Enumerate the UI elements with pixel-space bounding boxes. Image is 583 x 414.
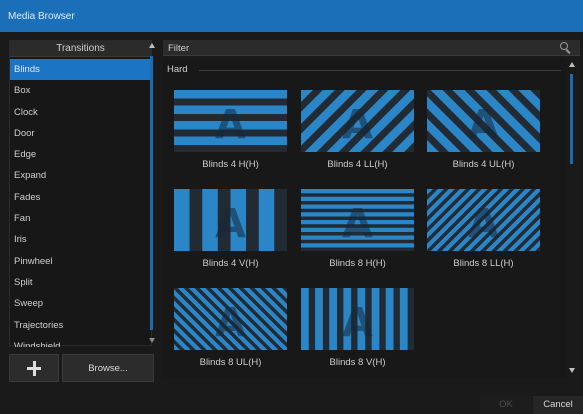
- media-tile-blinds-4-h[interactable]: A Blinds 4 H(H): [174, 90, 287, 175]
- media-tile-blinds-4-ul[interactable]: A Blinds 4 UL(H): [427, 90, 540, 175]
- window-title: Media Browser: [8, 11, 75, 22]
- thumbnail-image: A: [174, 90, 287, 152]
- category-item-blinds[interactable]: Blinds: [10, 59, 151, 81]
- svg-text:A: A: [468, 201, 499, 247]
- browse-button[interactable]: Browse...: [62, 354, 154, 382]
- tile-label: Blinds 4 H(H): [202, 159, 259, 170]
- add-button[interactable]: [9, 354, 59, 382]
- category-scrollbar[interactable]: [148, 40, 156, 346]
- tile-label: Blinds 4 UL(H): [452, 159, 515, 170]
- media-grid: Hard A Blinds 4 H(H) A Blinds 4 LL(H) A …: [163, 58, 567, 378]
- media-scrollbar[interactable]: [567, 58, 577, 378]
- media-tile-blinds-8-v[interactable]: A Blinds 8 V(H): [301, 288, 414, 373]
- category-item-windshield[interactable]: Windshield: [10, 336, 151, 347]
- media-tile-blinds-4-v[interactable]: A Blinds 4 V(H): [174, 189, 287, 274]
- ok-button[interactable]: OK: [480, 396, 532, 414]
- svg-text:A: A: [342, 201, 373, 247]
- category-item-iris[interactable]: Iris: [10, 229, 151, 250]
- category-item-box[interactable]: Box: [10, 80, 151, 101]
- scroll-down-arrow-icon[interactable]: [569, 368, 575, 373]
- category-panel: Transitions Blinds Box Clock Door Edge E…: [9, 40, 152, 347]
- thumbnail-image: A: [301, 288, 414, 350]
- category-item-split[interactable]: Split: [10, 272, 151, 293]
- category-list[interactable]: Blinds Box Clock Door Edge Expand Fades …: [10, 59, 151, 347]
- category-item-fan[interactable]: Fan: [10, 208, 151, 229]
- category-item-trajectories[interactable]: Trajectories: [10, 315, 151, 336]
- thumbnail-image: A: [301, 90, 414, 152]
- thumbnail-image: A: [174, 189, 287, 251]
- svg-text:A: A: [215, 102, 246, 148]
- media-tile-blinds-8-ll[interactable]: A Blinds 8 LL(H): [427, 189, 540, 274]
- category-header: Transitions: [10, 41, 151, 57]
- tile-label: Blinds 8 H(H): [329, 258, 386, 269]
- svg-text:A: A: [342, 300, 373, 346]
- filter-bar[interactable]: Filter: [163, 40, 580, 56]
- title-bar: Media Browser: [0, 0, 583, 32]
- media-tile-blinds-8-ul[interactable]: A Blinds 8 UL(H): [174, 288, 287, 373]
- category-item-sweep[interactable]: Sweep: [10, 293, 151, 314]
- category-item-pinwheel[interactable]: Pinwheel: [10, 251, 151, 272]
- scroll-up-arrow-icon[interactable]: [569, 62, 575, 67]
- category-item-clock[interactable]: Clock: [10, 102, 151, 123]
- search-icon[interactable]: [560, 42, 572, 54]
- group-label: Hard: [167, 64, 188, 75]
- scroll-down-arrow-icon[interactable]: [149, 338, 155, 343]
- thumbnail-image: A: [301, 189, 414, 251]
- category-item-expand[interactable]: Expand: [10, 165, 151, 186]
- scroll-thumb[interactable]: [570, 74, 573, 164]
- category-item-edge[interactable]: Edge: [10, 144, 151, 165]
- svg-text:A: A: [215, 300, 246, 346]
- thumbnail-image: A: [427, 189, 540, 251]
- tile-label: Blinds 4 LL(H): [327, 159, 388, 170]
- thumbnail-image: A: [174, 288, 287, 350]
- scroll-up-arrow-icon[interactable]: [149, 43, 155, 48]
- category-item-fades[interactable]: Fades: [10, 187, 151, 208]
- thumbnail-image: A: [427, 90, 540, 152]
- media-tile-blinds-8-h[interactable]: A Blinds 8 H(H): [301, 189, 414, 274]
- svg-text:A: A: [342, 102, 373, 148]
- scroll-thumb[interactable]: [150, 56, 153, 330]
- media-tile-blinds-4-ll[interactable]: A Blinds 4 LL(H): [301, 90, 414, 175]
- tile-label: Blinds 8 V(H): [329, 357, 386, 368]
- cancel-button[interactable]: Cancel: [533, 396, 583, 414]
- group-divider: [199, 70, 561, 71]
- filter-label: Filter: [168, 43, 190, 54]
- tile-label: Blinds 8 UL(H): [199, 357, 262, 368]
- tile-label: Blinds 4 V(H): [202, 258, 259, 269]
- svg-text:A: A: [468, 102, 499, 148]
- svg-text:A: A: [215, 201, 246, 247]
- tile-label: Blinds 8 LL(H): [453, 258, 514, 269]
- category-item-door[interactable]: Door: [10, 123, 151, 144]
